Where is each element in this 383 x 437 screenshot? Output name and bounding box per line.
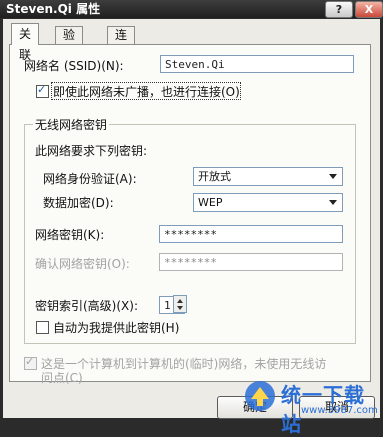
- cancel-button[interactable]: 取消: [299, 396, 375, 419]
- broadcast-checkbox[interactable]: [36, 83, 49, 98]
- properties-dialog: 关联 验证 连接 网络名 (SSID)(N): Steven.Qi 即使此网络未…: [3, 19, 380, 436]
- tab-connection[interactable]: 连接: [107, 26, 136, 59]
- auth-select[interactable]: 开放式: [193, 167, 343, 186]
- auto-key-checkbox[interactable]: [36, 321, 49, 334]
- encryption-value: WEP: [198, 196, 223, 209]
- title-bar: Steven.Qi 属性 ? X: [0, 0, 383, 18]
- tab-authentication[interactable]: 验证: [55, 26, 84, 59]
- adhoc-label-line1: 这是一个计算机到计算机的(临时)网络，未使用无线访: [41, 357, 327, 371]
- chevron-down-icon: [329, 200, 337, 205]
- spin-up-icon: [177, 299, 183, 303]
- key-index-label: 密钥索引(高级)(X):: [35, 299, 138, 313]
- adhoc-label-line2: 问点(C): [41, 371, 83, 385]
- wireless-key-group: 无线网络密钥 此网络要求下列密钥: 网络身份验证(A): 开放式 数据加密(D)…: [24, 116, 356, 344]
- encryption-label: 数据加密(D):: [43, 196, 114, 210]
- encryption-select[interactable]: WEP: [193, 193, 343, 212]
- ok-button[interactable]: 确定: [217, 396, 293, 419]
- chevron-down-icon: [329, 174, 337, 179]
- ssid-label: 网络名 (SSID)(N):: [24, 59, 124, 73]
- key-index-spinner[interactable]: [173, 295, 187, 313]
- requires-key-label: 此网络要求下列密钥:: [35, 144, 148, 158]
- auth-label: 网络身份验证(A):: [43, 172, 137, 186]
- window-title: Steven.Qi 属性: [6, 2, 101, 16]
- help-button[interactable]: ?: [325, 1, 353, 18]
- spin-down-icon: [177, 306, 183, 310]
- broadcast-label: 即使此网络未广播，也进行连接(O): [53, 85, 240, 99]
- auth-value: 开放式: [198, 170, 231, 183]
- group-title: 无线网络密钥: [33, 116, 110, 133]
- network-key-label: 网络密钥(K):: [35, 228, 105, 242]
- confirm-key-input[interactable]: ********: [159, 253, 343, 271]
- adhoc-checkbox[interactable]: [24, 355, 37, 370]
- auto-key-label: 自动为我提供此密钥(H): [53, 321, 180, 335]
- confirm-key-label: 确认网络密钥(O):: [35, 257, 130, 271]
- ssid-input[interactable]: Steven.Qi: [160, 55, 354, 73]
- network-key-input[interactable]: ********: [159, 225, 343, 243]
- tab-association[interactable]: 关联: [11, 23, 40, 62]
- close-button[interactable]: X: [355, 1, 383, 18]
- association-page: 网络名 (SSID)(N): Steven.Qi 即使此网络未广播，也进行连接(…: [9, 44, 371, 385]
